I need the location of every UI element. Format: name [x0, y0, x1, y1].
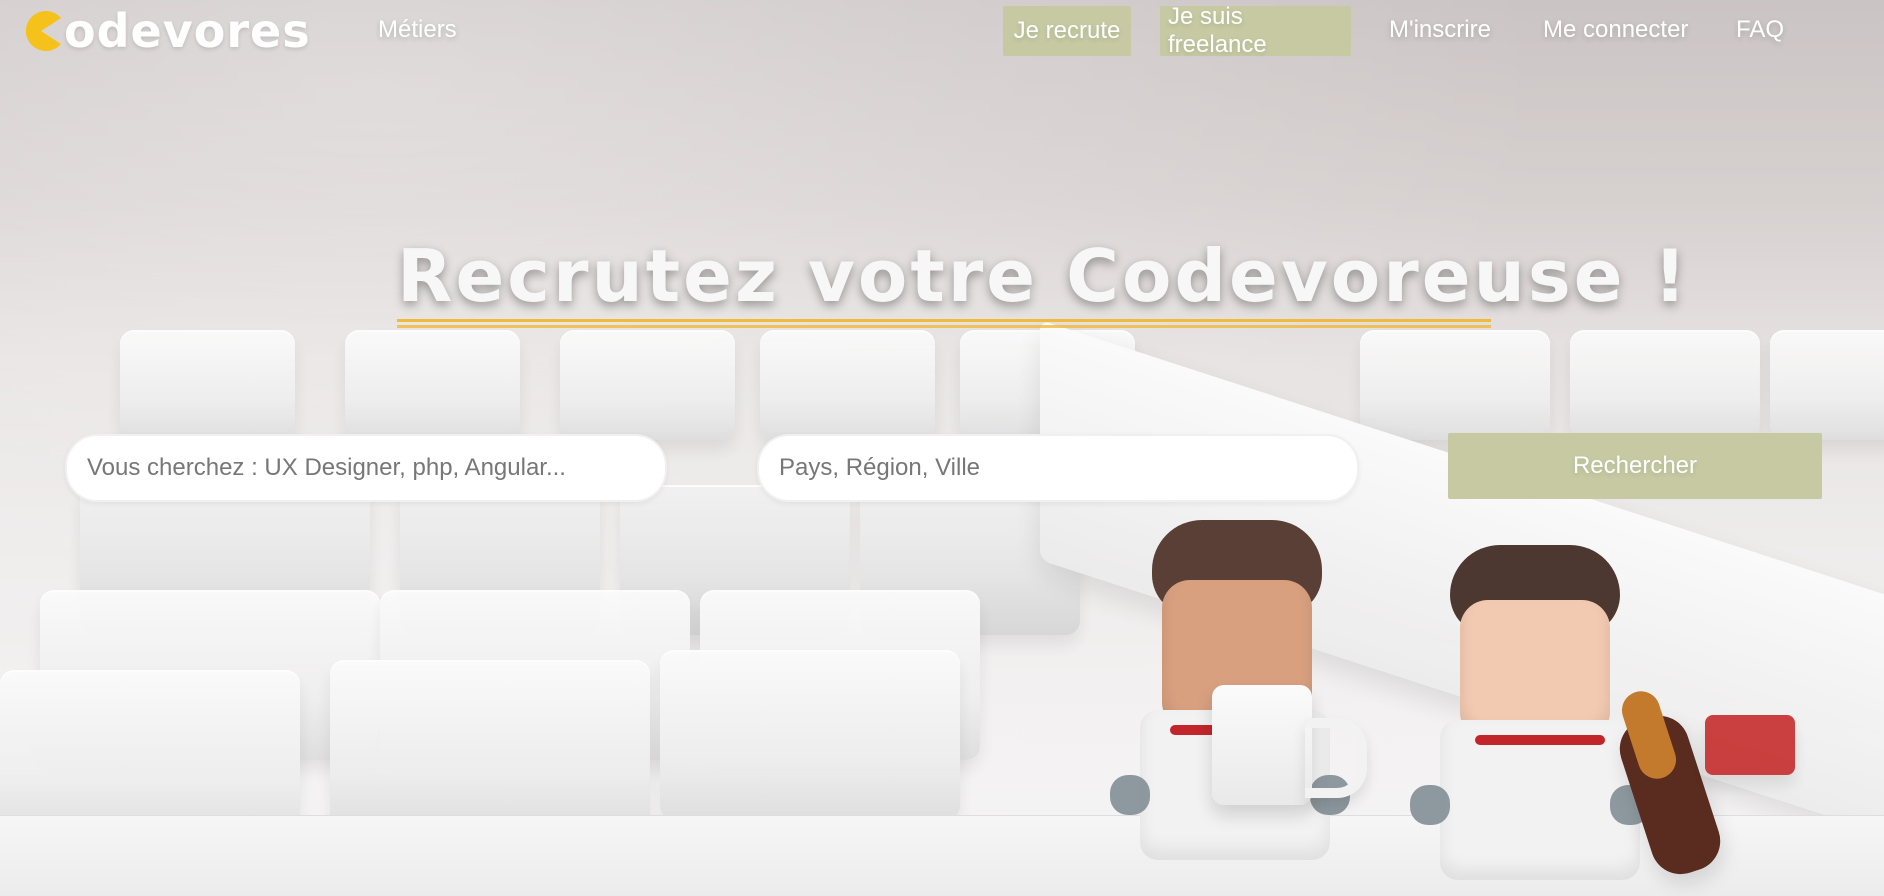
hand	[1410, 785, 1450, 825]
keyboard-key	[560, 330, 735, 440]
keyboard-key	[330, 660, 650, 830]
hero-title: Recrutez votre Codevoreuse !	[397, 234, 1690, 318]
top-nav: odevores Métiers Je recrute Je suis free…	[0, 0, 1884, 64]
head	[1460, 600, 1610, 740]
stripe	[1475, 735, 1605, 745]
nav-cta-freelance[interactable]: Je suis freelance	[1160, 3, 1351, 58]
nav-metiers[interactable]: Métiers	[378, 16, 457, 44]
mug-handle	[1305, 718, 1367, 798]
underline-line	[397, 325, 1491, 328]
search-location-input[interactable]	[759, 436, 1357, 500]
keyboard-key	[1360, 330, 1550, 440]
hand	[1110, 775, 1150, 815]
search-query-input[interactable]	[67, 436, 665, 500]
search-query-field[interactable]	[65, 434, 667, 502]
keyboard-key	[760, 330, 935, 440]
nav-signup[interactable]: M'inscrire	[1389, 16, 1491, 44]
red-part	[1705, 715, 1795, 775]
search-button[interactable]: Rechercher	[1448, 433, 1822, 499]
keyboard-key	[1570, 330, 1760, 440]
keyboard-key	[345, 330, 520, 440]
keyboard-key	[120, 330, 295, 440]
mug	[1212, 685, 1312, 805]
nav-login[interactable]: Me connecter	[1543, 16, 1688, 44]
keyboard-key	[1770, 330, 1884, 440]
figure-left	[1100, 520, 1367, 870]
hero-title-underline	[397, 319, 1491, 329]
underline-line	[397, 319, 1491, 322]
keyboard-key	[660, 650, 960, 820]
logo[interactable]: odevores	[18, 4, 311, 58]
logo-text: odevores	[64, 4, 311, 58]
nav-faq[interactable]: FAQ	[1736, 16, 1784, 44]
nav-cta-recruit[interactable]: Je recrute	[1003, 6, 1131, 56]
pacman-logo-icon	[18, 8, 64, 54]
search-location-field[interactable]	[757, 434, 1359, 502]
